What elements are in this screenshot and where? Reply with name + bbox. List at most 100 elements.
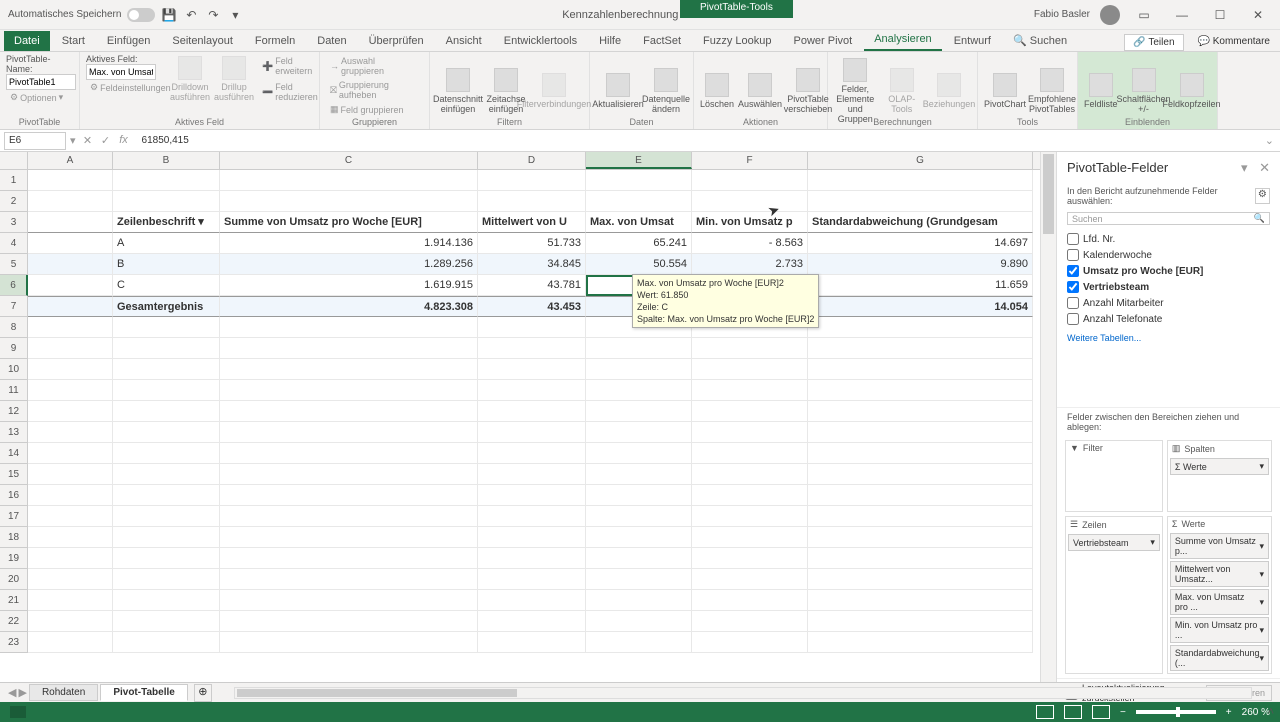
cell[interactable]: 1.289.256 [220,254,478,275]
col-header-F[interactable]: F [692,152,808,169]
pane-close-icon[interactable]: ✕ [1259,160,1270,175]
cell[interactable] [692,401,808,422]
zoom-slider[interactable] [1136,710,1216,714]
spreadsheet-grid[interactable]: A B C D E F G 123Zeilenbeschrift ▾Summe … [0,152,1040,682]
zoom-level[interactable]: 260 % [1242,707,1270,718]
cell[interactable] [28,443,113,464]
cell[interactable]: - 8.563 [692,233,808,254]
row-header-18[interactable]: 18 [0,527,28,548]
chevron-down-icon[interactable]: ▾ [1259,653,1264,664]
cell[interactable] [28,296,113,317]
cell[interactable] [113,464,220,485]
cell[interactable] [478,401,586,422]
cell[interactable] [808,338,1033,359]
cell[interactable]: 50.554 [586,254,692,275]
cell[interactable] [113,485,220,506]
chevron-down-icon[interactable]: ▾ [1259,541,1264,552]
cell[interactable] [113,317,220,338]
col-header-C[interactable]: C [220,152,478,169]
cell[interactable] [28,233,113,254]
cell[interactable] [478,527,586,548]
cell[interactable] [113,611,220,632]
cell[interactable] [692,338,808,359]
zoom-in-icon[interactable]: + [1226,707,1232,718]
cell[interactable] [692,191,808,212]
cell[interactable] [220,485,478,506]
field-item[interactable]: Kalenderwoche [1067,247,1270,263]
active-field-input[interactable] [86,64,156,80]
cell[interactable] [478,611,586,632]
cell[interactable] [113,569,220,590]
expand-formula-icon[interactable]: ⌄ [1259,134,1280,147]
cell[interactable] [220,611,478,632]
cell[interactable] [220,170,478,191]
chevron-down-icon[interactable]: ▾ [1150,537,1155,548]
cell[interactable] [478,338,586,359]
cell[interactable] [220,527,478,548]
cell[interactable] [28,212,113,233]
cell[interactable] [586,527,692,548]
cell[interactable] [808,443,1033,464]
cell[interactable] [586,548,692,569]
col-header-B[interactable]: B [113,152,220,169]
fx-icon[interactable]: fx [116,134,132,147]
field-checkbox[interactable] [1067,313,1079,325]
cell[interactable] [113,401,220,422]
sheet-nav-prev-icon[interactable]: ◀ [8,686,16,699]
field-checkbox[interactable] [1067,265,1079,277]
cell[interactable] [586,401,692,422]
cell[interactable] [478,170,586,191]
field-item[interactable]: Lfd. Nr. [1067,231,1270,247]
field-item[interactable]: Anzahl Mitarbeiter [1067,295,1270,311]
cell[interactable]: C [113,275,220,296]
macro-record-icon[interactable] [10,706,26,718]
cell[interactable] [808,317,1033,338]
cell[interactable]: Max. von Umsat [586,212,692,233]
field-checkbox[interactable] [1067,249,1079,261]
cell[interactable] [808,590,1033,611]
tab-design[interactable]: Entwurf [944,31,1001,51]
cell[interactable] [478,632,586,653]
cell[interactable]: A [113,233,220,254]
cell[interactable] [586,611,692,632]
cell[interactable] [28,548,113,569]
cell[interactable] [808,170,1033,191]
sheet-tab-rohdaten[interactable]: Rohdaten [29,684,98,701]
field-settings-button[interactable]: ⚙ Feldeinstellungen [86,80,166,95]
cell[interactable] [586,380,692,401]
cancel-formula-icon[interactable]: ✕ [80,134,96,147]
field-checkbox[interactable] [1067,297,1079,309]
cell[interactable] [220,401,478,422]
tab-factset[interactable]: FactSet [633,31,691,51]
row-header-9[interactable]: 9 [0,338,28,359]
tab-insert[interactable]: Einfügen [97,31,160,51]
cell[interactable] [478,569,586,590]
row-header-1[interactable]: 1 [0,170,28,191]
cell[interactable] [220,422,478,443]
cell[interactable] [692,611,808,632]
cell[interactable] [28,401,113,422]
row-header-14[interactable]: 14 [0,443,28,464]
cell[interactable] [692,422,808,443]
cell[interactable] [220,632,478,653]
tab-powerpivot[interactable]: Power Pivot [784,31,863,51]
cell[interactable] [808,485,1033,506]
zoom-out-icon[interactable]: − [1120,707,1126,718]
cell[interactable] [28,422,113,443]
customize-qat-icon[interactable]: ▾ [227,7,243,23]
row-header-4[interactable]: 4 [0,233,28,254]
share-button[interactable]: 🔗 Teilen [1124,34,1183,51]
pivottable-options-button[interactable]: ⚙ Optionen ▾ [6,90,73,105]
cell[interactable] [220,191,478,212]
cell[interactable]: Standardabweichung (Grundgesam [808,212,1033,233]
cell[interactable]: 65.241 [586,233,692,254]
cell[interactable] [28,275,113,296]
cell[interactable] [478,359,586,380]
sheet-nav-next-icon[interactable]: ▶ [18,686,26,699]
cell[interactable] [28,338,113,359]
col-header-G[interactable]: G [808,152,1033,169]
cell[interactable] [28,611,113,632]
cell[interactable]: Zeilenbeschrift ▾ [113,212,220,233]
cell[interactable] [478,191,586,212]
cell[interactable] [808,569,1033,590]
